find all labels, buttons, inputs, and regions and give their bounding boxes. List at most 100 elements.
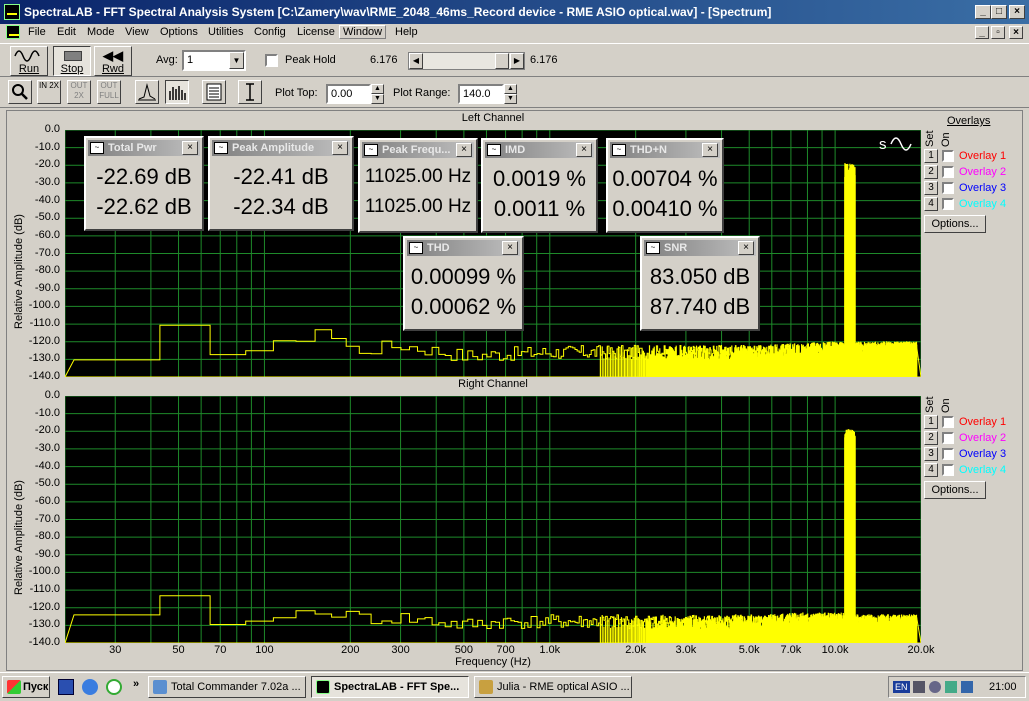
overlay-set-button[interactable]: 4 [924,463,938,477]
browser-icon[interactable] [82,679,98,695]
mdi-minimize-button[interactable]: _ [975,26,989,39]
save-icon[interactable] [58,679,74,695]
zoom-button[interactable] [8,80,32,104]
overlay-on-checkbox[interactable] [942,150,954,162]
overlay-options-button[interactable]: Options... [924,215,986,233]
meter-window[interactable]: IMD ~ × 0.0019 % 0.0011 % [481,138,598,233]
overlay-set-label: Set [924,130,936,147]
overlay-on-checkbox[interactable] [942,198,954,210]
y-tick-label: -110.0 [29,583,60,596]
meter-window[interactable]: THD ~ × 0.00099 % 0.00062 % [403,236,524,331]
tray-icon-2[interactable] [929,681,941,693]
zoom-out-full-button[interactable]: OUT FULL [97,80,121,104]
menu-file[interactable]: File [25,26,49,38]
chevron-right-icon[interactable]: » [133,678,139,690]
plot-top-up[interactable]: ▲ [371,84,384,94]
plot-range-input[interactable]: 140.0 [458,84,504,104]
x-tick-label: 700 [496,644,515,656]
y-tick-label: -140.0 [28,636,60,648]
task-spectralab[interactable]: SpectraLAB - FFT Spe... [311,676,469,698]
bar-plot-button[interactable] [165,80,189,104]
overlay-set-button[interactable]: 1 [924,415,938,429]
overlay-on-label: On [940,398,952,413]
slider-left-arrow[interactable]: ◀ [409,53,423,69]
close-icon[interactable]: × [182,141,198,155]
overlay-set-button[interactable]: 1 [924,149,938,163]
meter-window[interactable]: Peak Amplitude ~ × -22.41 dB -22.34 dB [208,136,354,231]
menu-window[interactable]: Window [339,25,387,39]
close-icon[interactable]: × [702,143,718,157]
overlay-set-button[interactable]: 4 [924,197,938,211]
title-bar[interactable]: SpectraLAB - FFT Spectral Analysis Syste… [0,0,1029,24]
language-indicator[interactable]: EN [893,681,910,693]
line-plot-button[interactable] [135,80,159,104]
mdi-restore-button[interactable]: ▫ [991,26,1005,39]
menu-license[interactable]: License [294,26,338,38]
overlay-on-checkbox[interactable] [942,448,954,460]
slider-thumb[interactable] [495,53,509,69]
table-view-button[interactable] [202,80,226,104]
menu-help[interactable]: Help [392,26,421,38]
media-player-icon[interactable] [106,679,122,695]
plot-range-down[interactable]: ▼ [504,94,517,104]
overlay-on-checkbox[interactable] [942,432,954,444]
meter-window[interactable]: SNR ~ × 83.050 dB 87.740 dB [640,236,760,331]
task-total-commander[interactable]: Total Commander 7.02a ... [148,676,306,698]
y-tick-label: -50.0 [34,211,60,224]
menu-config[interactable]: Config [251,26,289,38]
menu-utilities[interactable]: Utilities [205,26,246,38]
zoom-out-2x-button[interactable]: OUT 2X [67,80,91,104]
overlay-on-checkbox[interactable] [942,182,954,194]
overlay-on-checkbox[interactable] [942,166,954,178]
meter-title-bar[interactable]: Peak Amplitude [212,140,350,156]
menu-view[interactable]: View [122,26,152,38]
tray-icon-3[interactable] [945,681,957,693]
menu-mode[interactable]: Mode [84,26,118,38]
overlay-set-button[interactable]: 2 [924,165,938,179]
run-button[interactable]: Run [10,46,48,76]
overlay-set-button[interactable]: 3 [924,447,938,461]
close-icon[interactable]: × [576,143,592,157]
mdi-close-button[interactable]: × [1009,26,1023,39]
menu-options[interactable]: Options [157,26,201,38]
y-tick-label: -110.0 [29,317,60,330]
meter-window[interactable]: Peak Frequ... ~ × 11025.00 Hz 11025.00 Hz [358,138,478,233]
menu-edit[interactable]: Edit [54,26,79,38]
overlay-on-checkbox[interactable] [942,416,954,428]
maximize-button[interactable]: □ [991,5,1007,19]
stop-button[interactable]: Stop [53,46,91,76]
x-axis-label: Frequency (Hz) [455,656,531,668]
slider-right-arrow[interactable]: ▶ [510,53,524,69]
app-icon[interactable] [4,4,20,20]
close-icon[interactable]: × [502,241,518,255]
time-slider[interactable]: ◀ ▶ [408,52,525,70]
network-icon[interactable] [961,681,973,693]
chevron-down-icon[interactable]: ▼ [229,52,244,69]
close-icon[interactable]: × [456,143,472,157]
plot-scale-button[interactable] [238,80,262,104]
doc-icon[interactable] [6,25,20,39]
overlay-set-button[interactable]: 2 [924,431,938,445]
plot-top-input[interactable]: 0.00 [326,84,371,104]
overlay-options-button[interactable]: Options... [924,481,986,499]
peak-hold-checkbox[interactable] [265,54,278,67]
meter-window[interactable]: Total Pwr ~ × -22.69 dB -22.62 dB [84,136,204,231]
plot-top-down[interactable]: ▼ [371,94,384,104]
overlay-on-checkbox[interactable] [942,464,954,476]
y-tick-label: 0.0 [44,123,60,135]
task-julia[interactable]: Julia - RME optical ASIO ... [474,676,632,698]
rewind-button[interactable]: ◀◀ Rwd [94,46,132,76]
close-button[interactable]: × [1009,5,1025,19]
tray-icon-1[interactable] [913,681,925,693]
minimize-button[interactable]: _ [975,5,991,19]
close-icon[interactable]: × [332,141,348,155]
meter-window[interactable]: THD+N ~ × 0.00704 % 0.00410 % [606,138,724,233]
right-channel-plot[interactable] [65,396,921,643]
avg-select[interactable]: 1 ▼ [182,50,246,71]
zoom-in-2x-button[interactable]: IN 2X [37,80,61,104]
close-icon[interactable]: × [738,241,754,255]
overlay-set-button[interactable]: 3 [924,181,938,195]
start-button[interactable]: Пуск [2,676,50,698]
signal-gen-icon[interactable]: s [879,133,917,155]
plot-range-up[interactable]: ▲ [504,84,517,94]
